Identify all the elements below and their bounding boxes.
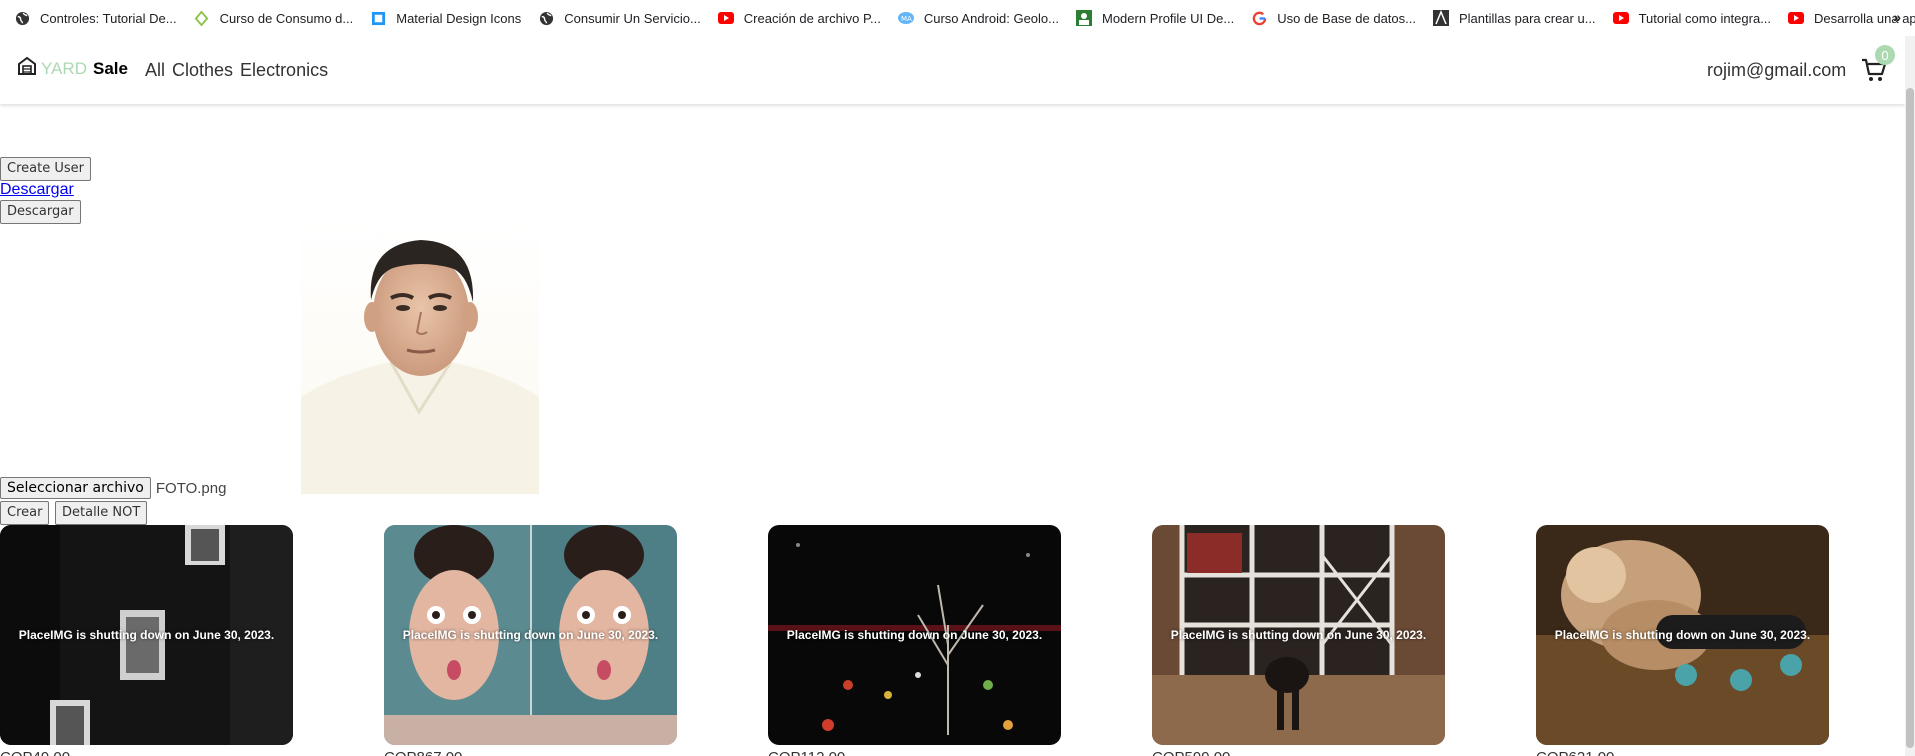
detalle-not-button[interactable]: Detalle NOT [55, 501, 148, 525]
file-upload-row: Seleccionar archivo FOTO.png [0, 477, 226, 499]
product-card[interactable]: PlaceIMG is shutting down on June 30, 20… [0, 525, 293, 756]
download-link[interactable]: Descargar [0, 181, 74, 199]
bookmark-item[interactable]: Modern Profile UI De... [1076, 10, 1234, 26]
bookmark-label: Uso de Base de datos... [1277, 10, 1416, 26]
course-icon: MA [897, 10, 914, 26]
image-notice: PlaceIMG is shutting down on June 30, 20… [786, 628, 1043, 642]
nav-link-electronics[interactable]: Electronics [240, 60, 328, 81]
crear-button[interactable]: Crear [0, 501, 50, 525]
logo-sale: Sale [92, 58, 128, 78]
selected-file-name: FOTO.png [155, 479, 227, 497]
product-image[interactable]: PlaceIMG is shutting down on June 30, 20… [1152, 525, 1445, 745]
bookmark-item[interactable]: Tutorial como integra... [1612, 10, 1772, 26]
product-price: COP49.00 [0, 745, 293, 756]
bookmark-label: Tutorial como integra... [1638, 10, 1772, 26]
bookmark-item[interactable]: Consumir Un Servicio... [538, 10, 701, 26]
navbar: YARD Sale All Clothes Electronics rojim@… [0, 36, 1905, 104]
select-file-button[interactable]: Seleccionar archivo [0, 477, 151, 499]
nav-link-clothes[interactable]: Clothes [172, 60, 233, 81]
google-icon [1251, 10, 1267, 26]
product-image[interactable]: PlaceIMG is shutting down on June 30, 20… [768, 525, 1061, 745]
youtube-icon [1788, 10, 1805, 26]
scrollbar-thumb[interactable] [1906, 88, 1914, 748]
bookmark-label: Curso de Consumo d... [219, 10, 354, 26]
logo-yard: YARD [41, 58, 87, 78]
product-card[interactable]: PlaceIMG is shutting down on June 30, 20… [1152, 525, 1445, 756]
product-image[interactable]: PlaceIMG is shutting down on June 30, 20… [1536, 525, 1829, 745]
bookmark-item[interactable]: Material Design Icons [370, 10, 521, 26]
image-notice: PlaceIMG is shutting down on June 30, 20… [1554, 628, 1811, 642]
youtube-icon [1612, 10, 1629, 26]
template-icon [1432, 10, 1449, 26]
user-email[interactable]: rojim@gmail.com [1707, 60, 1846, 81]
scrollbar[interactable] [1905, 36, 1915, 756]
bookmark-label: Curso Android: Geolo... [923, 10, 1059, 26]
image-notice: PlaceIMG is shutting down on June 30, 20… [1170, 628, 1427, 642]
diamond-icon [194, 10, 210, 26]
youtube-icon [717, 10, 734, 26]
create-user-button[interactable]: Create User [0, 157, 91, 181]
product-card[interactable]: PlaceIMG is shutting down on June 30, 20… [768, 525, 1061, 756]
image-notice: PlaceIMG is shutting down on June 30, 20… [402, 628, 659, 642]
download-button[interactable]: Descargar [0, 200, 81, 224]
avatar-icon [1076, 10, 1092, 26]
cart-count-badge: 0 [1875, 45, 1895, 65]
profile-photo [301, 222, 539, 494]
bookmark-item[interactable]: MA Curso Android: Geolo... [897, 10, 1059, 26]
globe-icon [538, 10, 554, 26]
bookmark-label: Plantillas para crear u... [1458, 10, 1596, 26]
bookmark-label: Consumir Un Servicio... [564, 10, 701, 26]
category-nav: All Clothes Electronics [145, 60, 335, 81]
material-icon [370, 10, 386, 26]
bookmark-label: Creación de archivo P... [743, 10, 881, 26]
bookmark-item[interactable]: Curso de Consumo d... [194, 10, 354, 26]
bookmark-label: Modern Profile UI De... [1102, 10, 1235, 26]
svg-text:MA: MA [901, 15, 912, 23]
product-price: COP599.00 [1152, 745, 1445, 756]
storefront-icon [17, 56, 37, 81]
bookmark-label: Controles: Tutorial De... [40, 10, 177, 26]
bookmark-label: Material Design Icons [396, 10, 522, 26]
image-notice: PlaceIMG is shutting down on June 30, 20… [18, 628, 275, 642]
product-image[interactable]: PlaceIMG is shutting down on June 30, 20… [0, 525, 293, 745]
product-card[interactable]: PlaceIMG is shutting down on June 30, 20… [384, 525, 677, 756]
product-price: COP621.00 [1536, 745, 1829, 756]
product-card[interactable]: PlaceIMG is shutting down on June 30, 20… [1536, 525, 1829, 756]
nav-link-all[interactable]: All [145, 60, 165, 81]
bookmark-item[interactable]: Plantillas para crear u... [1432, 10, 1596, 26]
product-price: COP112.00 [768, 745, 1061, 756]
logo[interactable]: YARD Sale [17, 56, 128, 81]
bookmark-item[interactable]: Uso de Base de datos... [1251, 10, 1416, 26]
bookmark-item[interactable]: Creación de archivo P... [717, 10, 881, 26]
bookmark-item[interactable]: Controles: Tutorial De... [14, 10, 177, 26]
product-image[interactable]: PlaceIMG is shutting down on June 30, 20… [384, 525, 677, 745]
product-price: COP867.00 [384, 745, 677, 756]
bookmarks-overflow-button[interactable]: » [1893, 9, 1901, 25]
bookmarks-bar: Controles: Tutorial De... Curso de Consu… [0, 0, 1915, 36]
globe-icon [14, 10, 30, 26]
